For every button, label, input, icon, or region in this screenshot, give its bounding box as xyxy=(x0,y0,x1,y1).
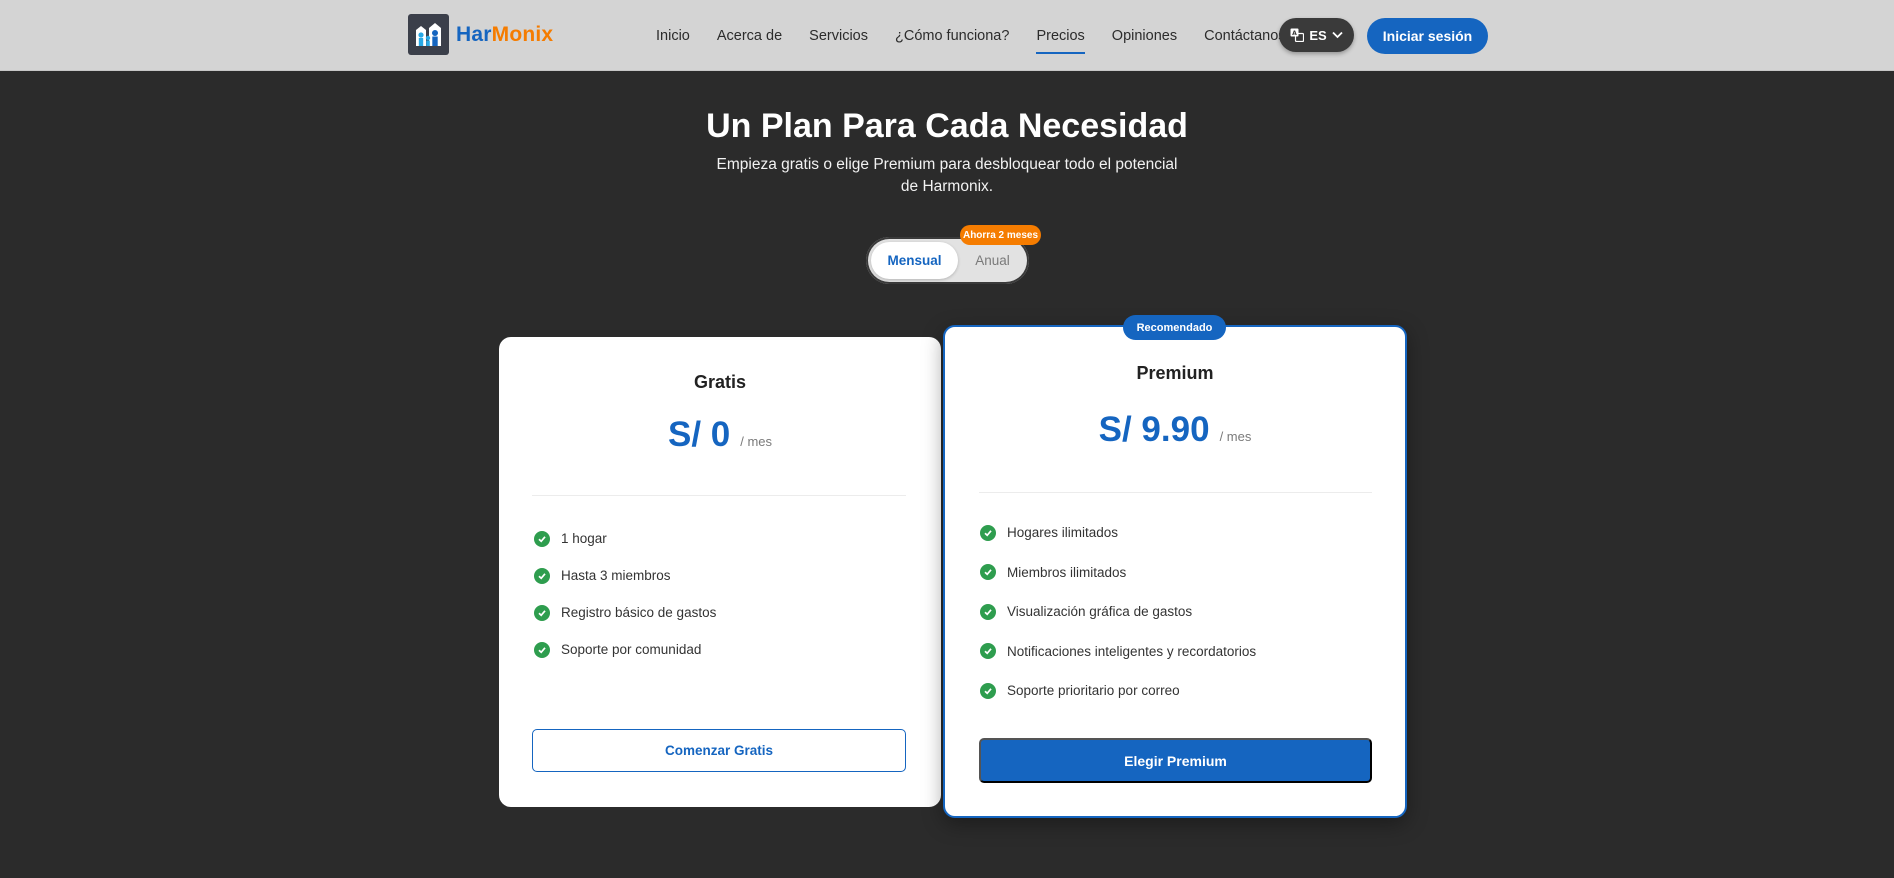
feature-label: Soporte por comunidad xyxy=(561,642,702,657)
main-nav: Inicio Acerca de Servicios ¿Cómo funcion… xyxy=(656,0,1313,71)
billing-monthly-option[interactable]: Mensual xyxy=(871,242,958,279)
divider xyxy=(979,492,1372,493)
feature-label: Soporte prioritario por correo xyxy=(1007,683,1180,699)
feature-label: Miembros ilimitados xyxy=(1007,564,1127,580)
check-icon xyxy=(980,524,996,541)
brand-name: HarMonix xyxy=(456,23,553,47)
nav-acerca-de[interactable]: Acerca de xyxy=(717,0,782,71)
plan-period: / mes xyxy=(740,434,773,449)
start-free-button[interactable]: Comenzar Gratis xyxy=(532,729,906,772)
feature-item: Visualización gráfica de gastos xyxy=(980,592,1256,632)
brand-name-part1: Har xyxy=(456,22,492,46)
feature-list: Hogares ilimitados Miembros ilimitados V… xyxy=(980,513,1256,711)
page-title: Un Plan Para Cada Necesidad xyxy=(706,107,1188,145)
check-icon xyxy=(980,643,996,660)
plan-card-premium: Premium S/ 9.90 / mes Hogares ilimitados… xyxy=(943,325,1407,818)
check-icon xyxy=(980,603,996,620)
check-icon xyxy=(980,564,996,581)
brand-logo[interactable]: HarMonix xyxy=(408,14,553,55)
check-icon xyxy=(534,641,550,658)
language-code: ES xyxy=(1309,27,1327,43)
login-button[interactable]: Iniciar sesión xyxy=(1367,18,1488,54)
nav-opiniones[interactable]: Opiniones xyxy=(1112,0,1177,71)
check-icon xyxy=(980,682,996,699)
page-subtitle: Empieza gratis o elige Premium para desb… xyxy=(716,156,1178,195)
brand-name-part2: Monix xyxy=(491,22,554,46)
check-icon xyxy=(534,604,550,621)
harmonix-logo-icon xyxy=(408,14,449,55)
feature-label: Hogares ilimitados xyxy=(1007,525,1119,541)
plan-price: S/ 0 xyxy=(667,415,731,454)
check-icon xyxy=(534,530,550,547)
chevron-down-icon xyxy=(1332,31,1343,39)
site-header: HarMonix Inicio Acerca de Servicios ¿Cóm… xyxy=(0,0,1894,71)
nav-inicio[interactable]: Inicio xyxy=(656,0,690,71)
feature-label: Hasta 3 miembros xyxy=(561,568,671,583)
annual-savings-badge: Ahorra 2 meses xyxy=(960,225,1041,245)
check-icon xyxy=(534,567,550,584)
nav-contactanos[interactable]: Contáctanos xyxy=(1204,0,1285,71)
plan-name: Gratis xyxy=(693,372,747,392)
feature-label: Visualización gráfica de gastos xyxy=(1007,604,1193,620)
feature-item: Registro básico de gastos xyxy=(534,594,716,631)
feature-item: Miembros ilimitados xyxy=(980,553,1256,593)
plan-period: / mes xyxy=(1219,429,1252,444)
divider xyxy=(532,495,906,496)
recommended-badge: Recomendado xyxy=(1123,315,1226,340)
translate-icon: A xyxy=(1290,28,1305,42)
feature-item: 1 hogar xyxy=(534,520,716,557)
feature-label: Registro básico de gastos xyxy=(561,605,717,620)
nav-como-funciona[interactable]: ¿Cómo funciona? xyxy=(895,0,1009,71)
plan-price: S/ 9.90 xyxy=(1098,410,1210,449)
feature-item: Soporte por comunidad xyxy=(534,631,716,668)
billing-annual-option[interactable]: Anual xyxy=(961,242,1024,279)
plan-price-row: S/ 9.90 / mes xyxy=(945,410,1405,450)
nav-servicios[interactable]: Servicios xyxy=(809,0,868,71)
language-selector[interactable]: A ES xyxy=(1279,18,1354,52)
feature-label: 1 hogar xyxy=(561,531,607,546)
feature-label: Notificaciones inteligentes y recordator… xyxy=(1007,643,1257,659)
choose-premium-button[interactable]: Elegir Premium xyxy=(979,738,1372,783)
nav-precios[interactable]: Precios xyxy=(1036,0,1086,71)
feature-item: Soporte prioritario por correo xyxy=(980,671,1256,711)
feature-item: Hasta 3 miembros xyxy=(534,557,716,594)
plan-price-row: S/ 0 / mes xyxy=(499,415,941,455)
feature-item: Notificaciones inteligentes y recordator… xyxy=(980,632,1256,672)
feature-item: Hogares ilimitados xyxy=(980,513,1256,553)
svg-text:A: A xyxy=(1293,30,1298,37)
feature-list: 1 hogar Hasta 3 miembros Registro básico… xyxy=(534,520,716,668)
plan-card-free: Gratis S/ 0 / mes 1 hogar Hasta 3 miembr… xyxy=(499,337,941,807)
plan-name: Premium xyxy=(1136,363,1214,383)
